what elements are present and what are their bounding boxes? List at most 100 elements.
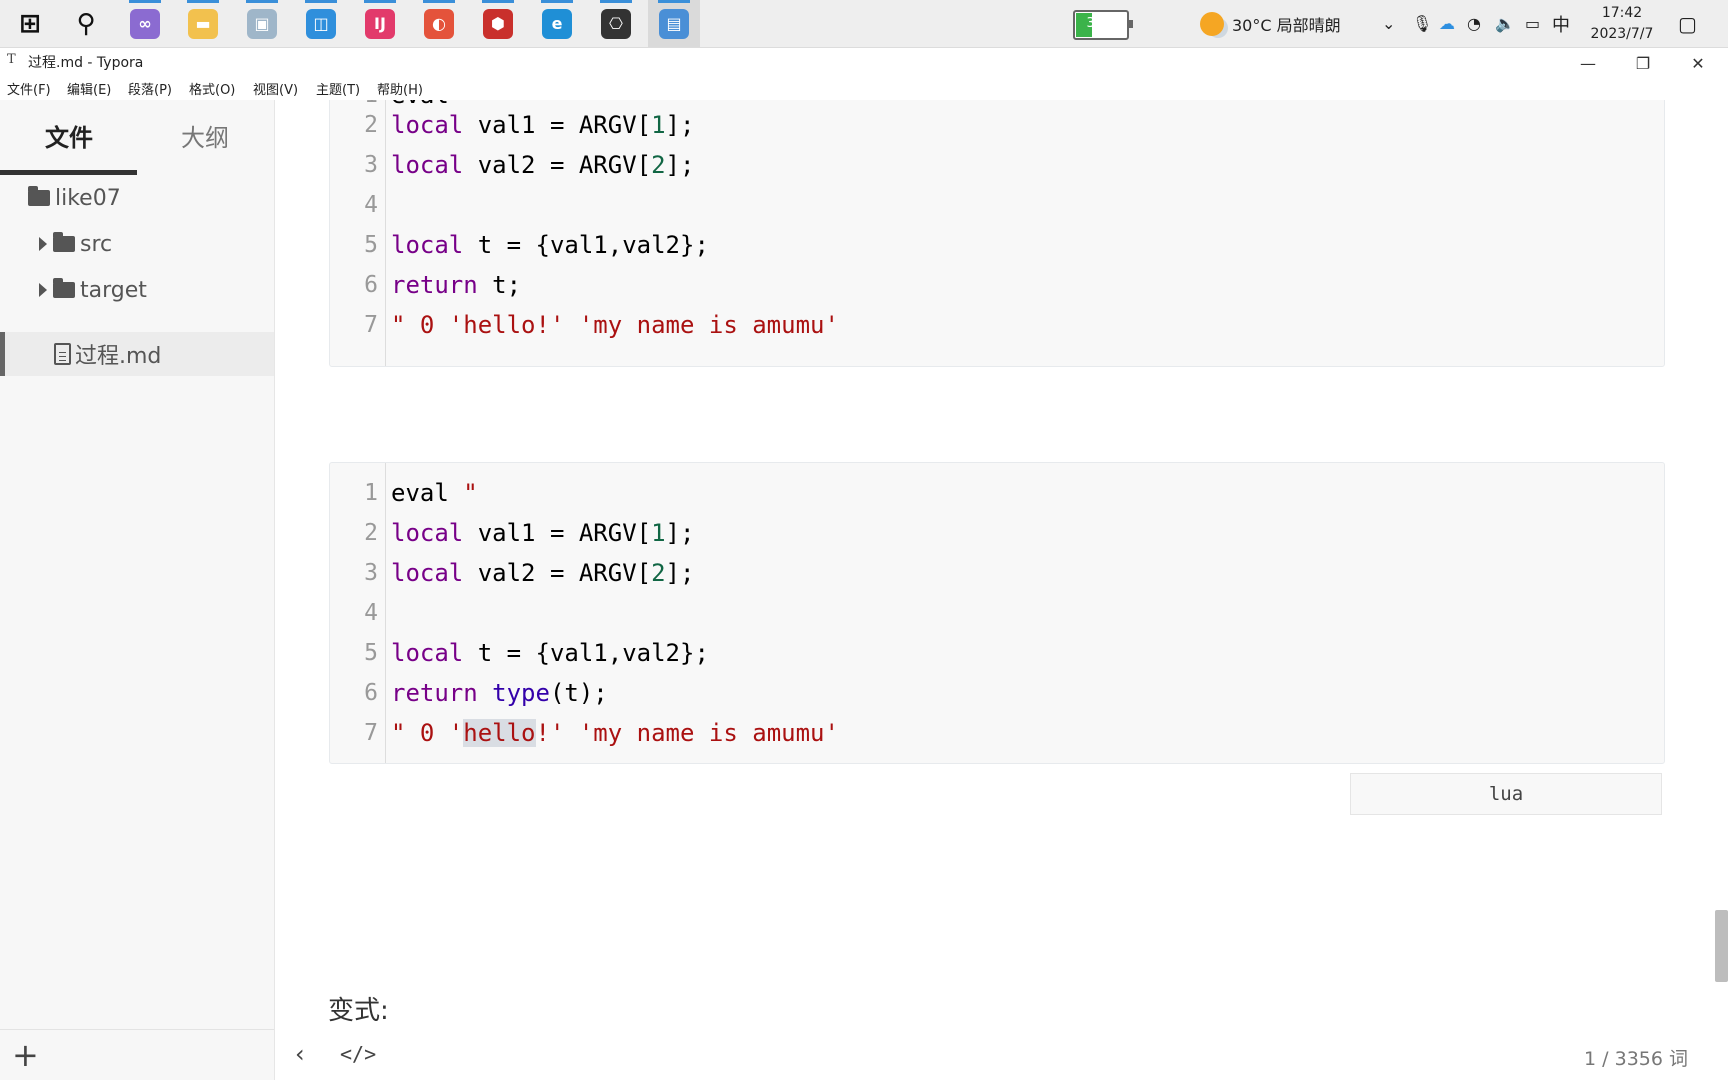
menu-theme[interactable]: 主题(T) xyxy=(316,79,360,98)
intellij-icon: IJ xyxy=(365,8,395,39)
wifi-icon[interactable]: ◔ xyxy=(1467,0,1481,47)
folder-icon xyxy=(53,232,75,252)
source-code-mode-button[interactable]: </> xyxy=(340,1042,376,1066)
add-file-button[interactable]: + xyxy=(12,1036,39,1074)
clock[interactable]: 17:42 2023/7/7 xyxy=(1582,3,1662,45)
edge-icon: e xyxy=(542,8,572,39)
taskbar-app-photos[interactable]: ▣ xyxy=(236,0,288,47)
tree-item-label: target xyxy=(80,277,147,303)
code-text: local val1 = ARGV[1]; xyxy=(391,111,695,139)
editor[interactable]: 1 eval " 2 local val1 = ARGV[1]; 3 local… xyxy=(275,100,1728,1030)
tree-item-src[interactable]: src xyxy=(0,222,274,266)
tree-item-target[interactable]: target xyxy=(0,268,274,312)
tab-outline[interactable]: 大纲 xyxy=(181,118,229,153)
code-line: 6 return type(t); xyxy=(330,673,1664,713)
code-block[interactable]: 1 eval " 2 local val1 = ARGV[1]; 3 local… xyxy=(329,100,1665,367)
line-number: 1 xyxy=(364,480,378,506)
code-line: 6 return t; xyxy=(330,265,1664,305)
taskbar-app-file-explorer[interactable]: ▬ xyxy=(177,0,229,47)
taskbar-app-edge[interactable]: e xyxy=(531,0,583,47)
running-indicator xyxy=(482,0,514,3)
battery-percent: 31% xyxy=(1086,16,1116,31)
code-text: local t = {val1,val2}; xyxy=(391,231,709,259)
code-line: 2 local val1 = ARGV[1]; xyxy=(330,105,1664,145)
line-number: 5 xyxy=(364,232,378,258)
volume-icon[interactable]: 🔈 xyxy=(1495,0,1515,47)
toggle-sidebar-button[interactable]: ‹ xyxy=(295,1040,305,1068)
taskbar-app-screen-recorder[interactable]: ⎔ xyxy=(590,0,642,47)
taskbar-app-typora-taskbar[interactable]: ▤ xyxy=(648,0,700,47)
tree-item-process-md[interactable]: 过程.md xyxy=(0,332,274,376)
code-line: 7 " 0 'hello!' 'my name is amumu' xyxy=(330,713,1664,753)
tree-item-label: src xyxy=(80,231,113,257)
code-language-input[interactable]: lua xyxy=(1350,773,1662,815)
running-indicator xyxy=(129,0,161,3)
folder-icon xyxy=(28,186,50,206)
taskbar-app-start[interactable]: ⊞ xyxy=(4,0,56,47)
running-indicator xyxy=(541,0,573,3)
line-number: 4 xyxy=(364,600,378,626)
menu-view[interactable]: 视图(V) xyxy=(253,79,298,98)
chevron-up-icon: ⌄ xyxy=(1382,14,1396,33)
taskbar-app-visual-studio[interactable]: ∞ xyxy=(119,0,171,47)
menu-format[interactable]: 格式(O) xyxy=(189,79,235,98)
tab-files[interactable]: 文件 xyxy=(45,118,93,153)
photos-icon: ▣ xyxy=(247,8,277,39)
line-number: 7 xyxy=(364,720,378,746)
taskbar-app-redis[interactable]: ⬢ xyxy=(472,0,524,47)
minimize-button[interactable]: — xyxy=(1565,48,1611,78)
line-number: 6 xyxy=(364,680,378,706)
microphone-icon[interactable]: 🎙 xyxy=(1412,0,1432,47)
code-line: 3 local val2 = ARGV[2]; xyxy=(330,145,1664,185)
expand-caret-icon[interactable] xyxy=(39,283,47,297)
folder-icon xyxy=(53,278,75,298)
sidebar: 文件 大纲 like07 src target 过程.md + xyxy=(0,100,275,1080)
scrollbar-thumb[interactable] xyxy=(1715,910,1728,982)
weather-icon xyxy=(1200,11,1224,36)
line-number: 5 xyxy=(364,640,378,666)
selection-indicator xyxy=(0,332,5,376)
running-indicator xyxy=(305,0,337,3)
menu-paragraph[interactable]: 段落(P) xyxy=(128,79,172,98)
code-line: 1 eval " xyxy=(330,473,1664,513)
line-number: 2 xyxy=(364,112,378,138)
line-number: 7 xyxy=(364,312,378,338)
taskbar-app-redis-desktop[interactable]: ◐ xyxy=(413,0,465,47)
code-block[interactable]: 1 eval " 2 local val1 = ARGV[1]; 3 local… xyxy=(329,462,1665,764)
weather-text: 30°C 局部晴朗 xyxy=(1232,15,1341,35)
title-bar: T 过程.md - Typora — ❐ ✕ xyxy=(0,48,1728,78)
maximize-button[interactable]: ❐ xyxy=(1620,48,1666,78)
paragraph-heading[interactable]: 变式: xyxy=(328,990,389,1027)
menu-help[interactable]: 帮助(H) xyxy=(377,79,423,98)
redis-icon: ⬢ xyxy=(483,8,513,39)
onedrive-icon[interactable]: ☁ xyxy=(1439,0,1455,47)
typora-taskbar-icon: ▤ xyxy=(659,8,689,39)
taskbar-app-intellij[interactable]: IJ xyxy=(354,0,406,47)
show-hidden-icons-button[interactable]: ⌄ xyxy=(1382,0,1395,47)
tree-item-like07[interactable]: like07 xyxy=(0,176,274,220)
start-icon: ⊞ xyxy=(19,8,41,39)
expand-caret-icon[interactable] xyxy=(39,237,47,251)
close-button[interactable]: ✕ xyxy=(1675,48,1721,78)
code-line: 2 local val1 = ARGV[1]; xyxy=(330,513,1664,553)
search-icon: ⚲ xyxy=(76,8,96,39)
taskbar-app-copy-app[interactable]: ◫ xyxy=(295,0,347,47)
ime-indicator[interactable]: 中 xyxy=(1552,0,1570,47)
word-count[interactable]: 1 / 3356 词 xyxy=(1584,1044,1688,1071)
line-number: 4 xyxy=(364,192,378,218)
code-text: " 0 'hello!' 'my name is amumu' xyxy=(391,311,839,339)
battery-tray-icon[interactable]: ▭ xyxy=(1525,0,1540,47)
redis-desktop-icon: ◐ xyxy=(424,8,454,39)
weather-widget[interactable]: 30°C 局部晴朗 xyxy=(1200,0,1341,47)
notification-icon[interactable]: ▢ xyxy=(1678,0,1697,47)
menu-file[interactable]: 文件(F) xyxy=(7,79,51,98)
screen-recorder-icon: ⎔ xyxy=(601,8,631,39)
menu-edit[interactable]: 编辑(E) xyxy=(67,79,111,98)
tree-item-label: like07 xyxy=(55,185,121,211)
running-indicator xyxy=(658,0,690,3)
clock-time: 17:42 xyxy=(1601,5,1643,21)
battery-icon[interactable]: 31% xyxy=(1073,10,1133,40)
running-indicator xyxy=(246,0,278,3)
taskbar-app-search[interactable]: ⚲ xyxy=(60,0,112,47)
selected-text: hello xyxy=(463,719,536,747)
